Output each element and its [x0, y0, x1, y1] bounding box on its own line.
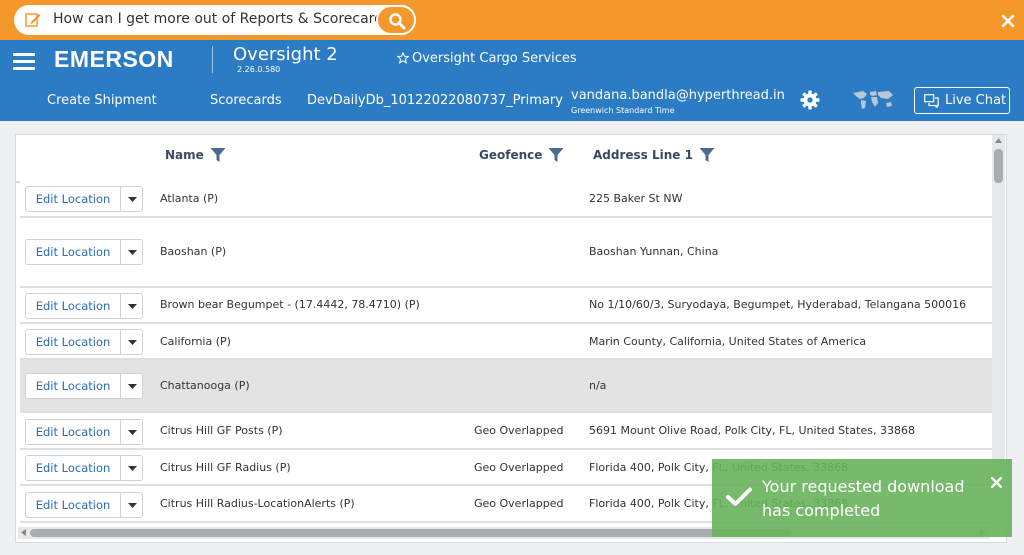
chat-icon: [924, 94, 939, 108]
caret-down-icon: [128, 503, 137, 508]
location-geofence: Geo Overlapped: [474, 424, 564, 437]
star-icon: [396, 51, 410, 64]
caret-down-icon: [128, 304, 137, 309]
download-complete-toast: Your requested download has completed: [712, 459, 1012, 537]
location-name: Brown bear Begumpet - (17.4442, 78.4710)…: [160, 298, 420, 311]
scroll-left-arrow-icon[interactable]: [21, 529, 26, 536]
close-banner-icon[interactable]: [1000, 13, 1016, 29]
toast-line-1: Your requested download: [762, 477, 965, 496]
row-actions-dropdown[interactable]: [120, 374, 143, 398]
database-selector[interactable]: DevDailyDb_10122022080737_Primary: [307, 93, 563, 108]
edit-location-group: Edit Location: [25, 329, 143, 355]
edit-location-button[interactable]: Edit Location: [26, 374, 120, 398]
gear-icon[interactable]: [800, 90, 820, 110]
app-name: Oversight 2: [233, 44, 338, 65]
app-version: 2.26.0.580: [237, 65, 281, 74]
row-actions-dropdown[interactable]: [120, 456, 143, 480]
nav-create-shipment[interactable]: Create Shipment: [47, 93, 157, 108]
help-question-text: How can I get more out of Reports & Scor…: [53, 11, 398, 27]
location-address: Baoshan Yunnan, China: [589, 245, 719, 258]
location-address: 5691 Mount Olive Road, Polk City, FL, Un…: [589, 424, 915, 437]
location-address: No 1/10/60/3, Suryodaya, Begumpet, Hyder…: [589, 298, 967, 311]
location-name: Baoshan (P): [160, 245, 227, 258]
location-name: California (P): [160, 335, 231, 348]
toast-message: Your requested download has completed: [762, 475, 977, 523]
row-actions-dropdown[interactable]: [120, 240, 143, 264]
column-header-geofence[interactable]: Geofence: [479, 147, 564, 163]
location-address: 225 Baker St NW: [589, 192, 683, 205]
location-name: Atlanta (P): [160, 192, 219, 205]
help-search-input[interactable]: How can I get more out of Reports & Scor…: [14, 5, 416, 35]
location-name: Citrus Hill Radius-LocationAlerts (P): [160, 497, 355, 510]
search-icon: [389, 13, 406, 30]
user-timezone: Greenwich Standard Time: [571, 106, 675, 115]
row-actions-dropdown[interactable]: [120, 420, 143, 444]
caret-down-icon: [128, 430, 137, 435]
column-header-address[interactable]: Address Line 1: [593, 147, 715, 163]
location-address: n/a: [589, 379, 607, 392]
location-name: Citrus Hill GF Radius (P): [160, 461, 291, 474]
edit-location-button[interactable]: Edit Location: [26, 240, 120, 264]
row-actions-dropdown[interactable]: [120, 493, 143, 517]
cargo-services-label: Oversight Cargo Services: [412, 51, 577, 66]
vertical-scroll-thumb[interactable]: [994, 149, 1003, 183]
edit-location-group: Edit Location: [25, 455, 143, 481]
toast-line-2: has completed: [762, 501, 881, 520]
location-address: Marin County, California, United States …: [589, 335, 867, 348]
table-row[interactable]: Edit Location Citrus Hill GF Posts (P) G…: [20, 413, 993, 450]
location-geofence: Geo Overlapped: [474, 497, 564, 510]
close-toast-icon[interactable]: [991, 477, 1002, 488]
table-header: Name Geofence Address Line 1: [16, 135, 993, 183]
edit-location-group: Edit Location: [25, 419, 143, 445]
row-actions-dropdown[interactable]: [120, 294, 143, 318]
brand-logo: EMERSON: [54, 46, 174, 72]
column-header-name[interactable]: Name: [165, 147, 226, 163]
search-button[interactable]: [376, 5, 416, 35]
scroll-up-arrow-icon[interactable]: [995, 138, 1002, 143]
cargo-services-link[interactable]: Oversight Cargo Services: [396, 51, 577, 66]
edit-location-button[interactable]: Edit Location: [26, 456, 120, 480]
world-map-icon[interactable]: [851, 89, 895, 111]
edit-location-button[interactable]: Edit Location: [26, 294, 120, 318]
edit-location-button[interactable]: Edit Location: [26, 420, 120, 444]
edit-location-group: Edit Location: [25, 293, 143, 319]
table-row[interactable]: Edit Location Chattanooga (P) n/a: [20, 360, 993, 413]
table-row[interactable]: Edit Location Atlanta (P) 225 Baker St N…: [20, 181, 993, 218]
filter-icon[interactable]: [548, 147, 564, 163]
edit-location-button[interactable]: Edit Location: [26, 330, 120, 354]
caret-down-icon: [128, 340, 137, 345]
horizontal-scroll-thumb[interactable]: [30, 529, 790, 537]
menu-icon[interactable]: [13, 53, 35, 71]
table-row[interactable]: Edit Location Brown bear Begumpet - (17.…: [20, 288, 993, 324]
caret-down-icon: [128, 466, 137, 471]
row-actions-dropdown[interactable]: [120, 187, 143, 211]
checkmark-icon: [726, 487, 752, 506]
live-chat-label: Live Chat: [945, 93, 1007, 108]
location-name: Chattanooga (P): [160, 379, 250, 392]
user-email[interactable]: vandana.bandla@hyperthread.in: [571, 88, 785, 103]
edit-location-group: Edit Location: [25, 239, 143, 265]
app-header: EMERSON Oversight 2 2.26.0.580 Oversight…: [0, 40, 1024, 121]
caret-down-icon: [128, 250, 137, 255]
table-row[interactable]: Edit Location California (P) Marin Count…: [20, 324, 993, 360]
filter-icon[interactable]: [699, 147, 715, 163]
nav-scorecards[interactable]: Scorecards: [210, 93, 282, 108]
edit-location-group: Edit Location: [25, 186, 143, 212]
brand-divider: [212, 46, 213, 73]
location-name: Citrus Hill GF Posts (P): [160, 424, 283, 437]
live-chat-button[interactable]: Live Chat: [914, 87, 1010, 114]
edit-location-button[interactable]: Edit Location: [26, 493, 120, 517]
row-actions-dropdown[interactable]: [120, 330, 143, 354]
edit-icon: [25, 13, 41, 27]
filter-icon[interactable]: [210, 147, 226, 163]
edit-location-button[interactable]: Edit Location: [26, 187, 120, 211]
caret-down-icon: [128, 197, 137, 202]
edit-location-group: Edit Location: [25, 373, 143, 399]
help-search-banner: How can I get more out of Reports & Scor…: [0, 0, 1024, 40]
location-geofence: Geo Overlapped: [474, 461, 564, 474]
edit-location-group: Edit Location: [25, 492, 143, 518]
caret-down-icon: [128, 384, 137, 389]
table-row[interactable]: Edit Location Baoshan (P) Baoshan Yunnan…: [20, 218, 993, 288]
